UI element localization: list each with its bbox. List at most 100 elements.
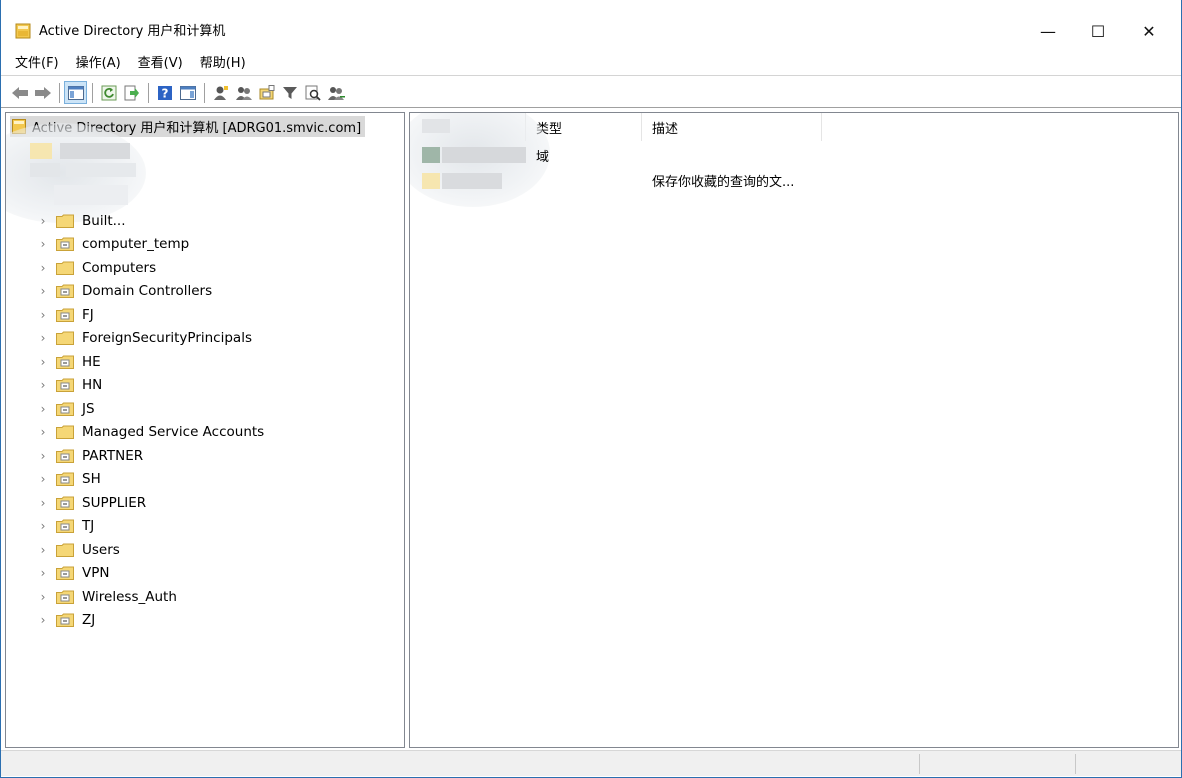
expand-chevron-icon[interactable]: ›: [36, 284, 50, 298]
toolbar-separator: [204, 82, 205, 103]
back-arrow-icon: [11, 86, 28, 99]
tree-item[interactable]: › HE: [6, 350, 404, 374]
back-button[interactable]: [9, 82, 30, 103]
expand-chevron-icon[interactable]: ›: [36, 590, 50, 604]
tree-item-label: computer_temp: [82, 236, 190, 253]
close-button[interactable]: ✕: [1126, 16, 1172, 46]
list-row[interactable]: 域: [410, 143, 1178, 168]
list-row[interactable]: 保存你收藏的查询的文...: [410, 168, 1178, 193]
aduc-app-icon: [15, 23, 31, 39]
expand-chevron-icon[interactable]: ›: [36, 331, 50, 345]
refresh-icon: [101, 85, 116, 100]
create-group-button[interactable]: [233, 82, 254, 103]
tree-item[interactable]: › Domain Controllers: [6, 280, 404, 304]
export-list-button[interactable]: [121, 82, 142, 103]
tree-item[interactable]: › JS: [6, 397, 404, 421]
help-button[interactable]: ?: [154, 82, 175, 103]
expand-chevron-icon[interactable]: ›: [36, 402, 50, 416]
forward-button[interactable]: [32, 82, 53, 103]
tree-item-label: PARTNER: [82, 447, 144, 464]
minimize-icon: —: [1040, 21, 1056, 41]
tree-item-label: ForeignSecurityPrincipals: [82, 330, 252, 347]
tree-item[interactable]: › computer_temp: [6, 233, 404, 257]
tree-item[interactable]: › Computers: [6, 256, 404, 280]
tree-item[interactable]: › ZJ: [6, 609, 404, 633]
svg-text:?: ?: [161, 86, 168, 100]
status-bar-segment: [919, 754, 1075, 774]
tree-item[interactable]: › FJ: [6, 303, 404, 327]
menu-action[interactable]: 操作(A): [76, 54, 121, 74]
ou-folder-icon: [56, 449, 74, 463]
tree-item-label: HN: [82, 377, 103, 394]
expand-chevron-icon[interactable]: ›: [36, 472, 50, 486]
expand-chevron-icon[interactable]: ›: [36, 237, 50, 251]
create-user-button[interactable]: [210, 82, 231, 103]
create-ou-icon: [259, 84, 274, 99]
redacted-pixel-block: [30, 163, 60, 177]
details-list-pane[interactable]: 类型 描述 域 保存你收藏的查询的文...: [409, 112, 1179, 748]
title-bar[interactable]: Active Directory 用户和计算机 — ☐ ✕: [1, 0, 1181, 52]
menu-help[interactable]: 帮助(H): [200, 54, 246, 74]
console-tree-pane[interactable]: Active Directory 用户和计算机 [ADRG01.smvic.co…: [5, 112, 405, 748]
expand-chevron-icon[interactable]: ›: [36, 519, 50, 533]
maximize-icon: ☐: [1090, 21, 1106, 41]
tree-item[interactable]: › HN: [6, 374, 404, 398]
filter-icon: [282, 86, 297, 99]
tree-item[interactable]: › Built...: [6, 209, 404, 233]
expand-chevron-icon[interactable]: ›: [36, 449, 50, 463]
folder-icon: [56, 331, 74, 346]
tree-item[interactable]: › TJ: [6, 515, 404, 539]
row-type-cell: 域: [536, 150, 550, 165]
create-group-icon: [235, 86, 252, 100]
tree-item[interactable]: › ForeignSecurityPrincipals: [6, 327, 404, 351]
expand-chevron-icon[interactable]: ›: [36, 496, 50, 510]
menu-view[interactable]: 查看(V): [138, 54, 183, 74]
menu-file[interactable]: 文件(F): [15, 54, 59, 74]
expand-chevron-icon[interactable]: ›: [36, 425, 50, 439]
expand-chevron-icon[interactable]: ›: [36, 378, 50, 392]
ou-folder-icon: [56, 613, 74, 628]
tree-item[interactable]: › Managed Service Accounts: [6, 421, 404, 445]
expand-chevron-icon[interactable]: ›: [36, 566, 50, 580]
tree-item-label: SH: [82, 471, 101, 488]
tree-item-label: TJ: [82, 518, 95, 535]
tree-item-label: Managed Service Accounts: [82, 424, 265, 441]
ou-folder-icon: [56, 496, 74, 510]
expand-chevron-icon[interactable]: ›: [36, 261, 50, 275]
add-to-group-button[interactable]: [325, 82, 346, 103]
add-to-group-icon: [327, 86, 345, 100]
tree-item[interactable]: › PARTNER: [6, 444, 404, 468]
find-button[interactable]: [302, 82, 323, 103]
tree-item[interactable]: › VPN: [6, 562, 404, 586]
export-list-icon: [124, 85, 139, 100]
forward-arrow-icon: [34, 86, 51, 99]
aduc-window: Active Directory 用户和计算机 — ☐ ✕ 文件(F) 操作(A…: [0, 0, 1182, 778]
maximize-button[interactable]: ☐: [1075, 16, 1121, 46]
show-hide-console-tree-button[interactable]: [64, 81, 87, 104]
row-description-cell: 保存你收藏的查询的文...: [652, 175, 795, 190]
expand-chevron-icon[interactable]: ›: [36, 308, 50, 322]
ou-folder-icon: [56, 378, 74, 393]
tree-item[interactable]: › SUPPLIER: [6, 491, 404, 515]
tree-item[interactable]: › Users: [6, 538, 404, 562]
expand-chevron-icon[interactable]: ›: [36, 543, 50, 557]
redacted-pixel-block: [422, 119, 450, 133]
find-icon: [305, 85, 321, 101]
expand-chevron-icon[interactable]: ›: [36, 613, 50, 627]
create-ou-button[interactable]: [256, 82, 277, 103]
column-header-description[interactable]: 描述: [642, 113, 822, 141]
expand-chevron-icon[interactable]: ›: [36, 355, 50, 369]
ou-folder-icon: [56, 355, 74, 369]
folder-icon: [56, 543, 74, 557]
tree-item[interactable]: › SH: [6, 468, 404, 492]
tree-item[interactable]: › Wireless_Auth: [6, 585, 404, 609]
expand-chevron-icon[interactable]: ›: [36, 214, 50, 228]
tree-item-label: Wireless_Auth: [82, 588, 177, 605]
toolbar-separator: [59, 82, 60, 103]
ou-folder-icon: [56, 519, 74, 534]
show-action-pane-button[interactable]: [177, 82, 198, 103]
refresh-button[interactable]: [98, 82, 119, 103]
redacted-pixel-block: [66, 163, 136, 177]
filter-button[interactable]: [279, 82, 300, 103]
minimize-button[interactable]: —: [1025, 16, 1071, 46]
